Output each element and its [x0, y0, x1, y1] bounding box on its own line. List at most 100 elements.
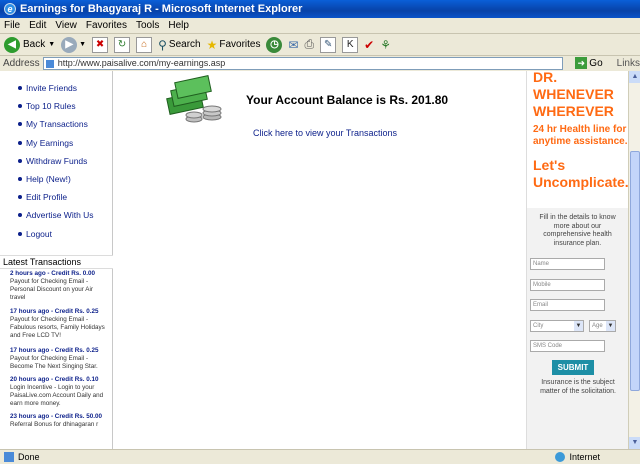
- transaction-item: 17 hours ago - Credit Rs. 0.25 Payout fo…: [10, 347, 110, 371]
- menu-help[interactable]: Help: [168, 20, 189, 31]
- toolbar: ◀ Back ▼ ▶ ▼ ✖ ↻ ⌂ ⚲ Search ★ Favorites …: [0, 34, 640, 56]
- insurance-ad[interactable]: DR. WHENEVER WHEREVER 24 hr Health line …: [526, 71, 628, 449]
- transaction-item: 23 hours ago - Credit Rs. 50.00 Referral…: [10, 413, 110, 429]
- chevron-down-icon[interactable]: ▼: [48, 41, 55, 48]
- ie-logo-icon: e: [4, 3, 16, 15]
- latest-transactions-heading: Latest Transactions: [0, 255, 113, 269]
- ad-headline: DR. WHENEVER WHEREVER: [533, 71, 614, 119]
- view-transactions-link[interactable]: Click here to view your Transactions: [253, 128, 397, 138]
- nav-edit-profile[interactable]: Edit Profile: [0, 188, 112, 206]
- nav-withdraw-funds[interactable]: Withdraw Funds: [0, 152, 112, 170]
- status-text: Done: [18, 452, 40, 462]
- favorites-button[interactable]: ★ Favorites: [207, 38, 261, 52]
- nav-logout[interactable]: Logout: [0, 225, 112, 243]
- nav-top-10-rules[interactable]: Top 10 Rules: [0, 97, 112, 115]
- menu-tools[interactable]: Tools: [136, 20, 159, 31]
- go-arrow-icon: ➜: [575, 57, 588, 69]
- transaction-head[interactable]: 20 hours ago - Credit Rs. 0.10: [10, 376, 110, 384]
- nav-invite-friends[interactable]: Invite Friends: [0, 79, 112, 97]
- transaction-body: Payout for Checking Email - Become The N…: [10, 355, 98, 371]
- money-stack-icon: [166, 75, 222, 123]
- forward-arrow-icon: ▶: [61, 36, 78, 53]
- chevron-down-icon[interactable]: ▼: [79, 41, 86, 48]
- ad-tagline: Let's Uncomplicate.: [533, 157, 628, 190]
- ad-disclaimer: Insurance is the subject matter of the s…: [540, 379, 616, 395]
- transaction-item: 17 hours ago - Credit Rs. 0.25 Payout fo…: [10, 308, 110, 340]
- forward-button[interactable]: ▶ ▼: [61, 36, 86, 53]
- transaction-head[interactable]: 2 hours ago - Credit Rs. 0.00: [10, 270, 110, 278]
- stop-icon[interactable]: ✖: [92, 36, 109, 53]
- search-icon: ⚲: [158, 37, 167, 52]
- messenger-icon[interactable]: ✔: [364, 38, 374, 52]
- links-button[interactable]: Links: [617, 58, 640, 69]
- address-label: Address: [3, 57, 40, 69]
- menu-bar: File Edit View Favorites Tools Help: [0, 18, 640, 34]
- menu-file[interactable]: File: [4, 20, 20, 31]
- back-arrow-icon: ◀: [4, 36, 20, 53]
- page-viewport: Invite Friends Top 10 Rules My Transacti…: [0, 71, 628, 449]
- menu-view[interactable]: View: [55, 20, 77, 31]
- transaction-head[interactable]: 17 hours ago - Credit Rs. 0.25: [10, 308, 110, 316]
- account-balance: Your Account Balance is Rs. 201.80: [246, 93, 449, 107]
- discuss-icon[interactable]: K: [342, 36, 359, 53]
- left-navigation: Invite Friends Top 10 Rules My Transacti…: [0, 71, 113, 449]
- globe-icon: [555, 452, 566, 462]
- mail-icon[interactable]: ✉: [288, 38, 298, 52]
- sms-code-field[interactable]: SMS Code: [530, 340, 605, 352]
- home-icon[interactable]: ⌂: [136, 36, 153, 53]
- refresh-icon[interactable]: ↻: [114, 36, 131, 53]
- history-icon[interactable]: ◷: [266, 36, 283, 53]
- research-icon[interactable]: ⚘: [380, 38, 391, 52]
- submit-button[interactable]: SUBMIT: [552, 360, 594, 375]
- transaction-item: 20 hours ago - Credit Rs. 0.10 Login Inc…: [10, 376, 110, 408]
- main-content: Your Account Balance is Rs. 201.80 Click…: [114, 71, 525, 449]
- go-button[interactable]: ➜ Go: [575, 57, 603, 69]
- nav-advertise[interactable]: Advertise With Us: [0, 206, 112, 224]
- security-zone: Internet: [555, 452, 600, 462]
- page-icon: [4, 452, 14, 462]
- address-bar: Address http://www.paisalive.com/my-earn…: [0, 56, 640, 70]
- chevron-down-icon: ▼: [574, 321, 583, 331]
- favorites-label: Favorites: [219, 39, 261, 50]
- nav-my-earnings[interactable]: My Earnings: [0, 134, 112, 152]
- address-input[interactable]: http://www.paisalive.com/my-earnings.asp: [42, 56, 564, 70]
- transaction-body: Payout for Checking Email - Personal Dis…: [10, 278, 93, 302]
- zone-label: Internet: [569, 452, 600, 462]
- city-select[interactable]: City ▼: [530, 320, 584, 332]
- go-label: Go: [589, 57, 603, 69]
- email-field[interactable]: Email: [530, 299, 605, 311]
- edit-icon[interactable]: ✎: [320, 36, 337, 53]
- nav-my-transactions[interactable]: My Transactions: [0, 115, 112, 133]
- vertical-scrollbar[interactable]: ▲ ▼: [628, 71, 640, 449]
- city-select-value: City: [533, 323, 544, 329]
- scroll-thumb[interactable]: [630, 151, 640, 391]
- transaction-body: Referral Bonus for dhinagaran r: [10, 421, 99, 429]
- ad-subheadline: 24 hr Health line for anytime assistance…: [533, 124, 628, 147]
- transaction-item: 2 hours ago - Credit Rs. 0.00 Payout for…: [10, 270, 110, 302]
- scroll-down-icon[interactable]: ▼: [629, 437, 640, 449]
- mobile-field[interactable]: Mobile: [530, 279, 605, 291]
- nav-help[interactable]: Help (New!): [0, 170, 112, 188]
- ad-form: Fill in the details to know more about o…: [527, 208, 628, 449]
- menu-edit[interactable]: Edit: [29, 20, 46, 31]
- status-bar: Done Internet: [0, 449, 640, 464]
- print-icon[interactable]: ⎙: [305, 37, 315, 52]
- search-label: Search: [168, 39, 201, 50]
- name-field[interactable]: Name: [530, 258, 605, 270]
- chevron-down-icon: ▼: [606, 321, 615, 331]
- title-bar: e Earnings for Bhagyaraj R - Microsoft I…: [0, 0, 640, 18]
- search-button[interactable]: ⚲ Search: [158, 38, 200, 52]
- star-icon: ★: [206, 37, 218, 52]
- transaction-body: Payout for Checking Email - Fabulous res…: [10, 316, 105, 340]
- age-select[interactable]: Age ▼: [589, 320, 616, 332]
- transaction-body: Login Incentive - Login to your PaisaLiv…: [10, 384, 104, 408]
- window-title: Earnings for Bhagyaraj R - Microsoft Int…: [20, 3, 303, 15]
- transaction-head[interactable]: 17 hours ago - Credit Rs. 0.25: [10, 347, 110, 355]
- back-button[interactable]: ◀ Back ▼: [4, 36, 55, 53]
- menu-favorites[interactable]: Favorites: [86, 20, 127, 31]
- back-label: Back: [23, 39, 46, 50]
- transaction-head[interactable]: 23 hours ago - Credit Rs. 50.00: [10, 413, 110, 421]
- scroll-up-icon[interactable]: ▲: [629, 71, 640, 83]
- ad-form-description: Fill in the details to know more about o…: [539, 214, 616, 247]
- age-select-value: Age: [592, 323, 603, 329]
